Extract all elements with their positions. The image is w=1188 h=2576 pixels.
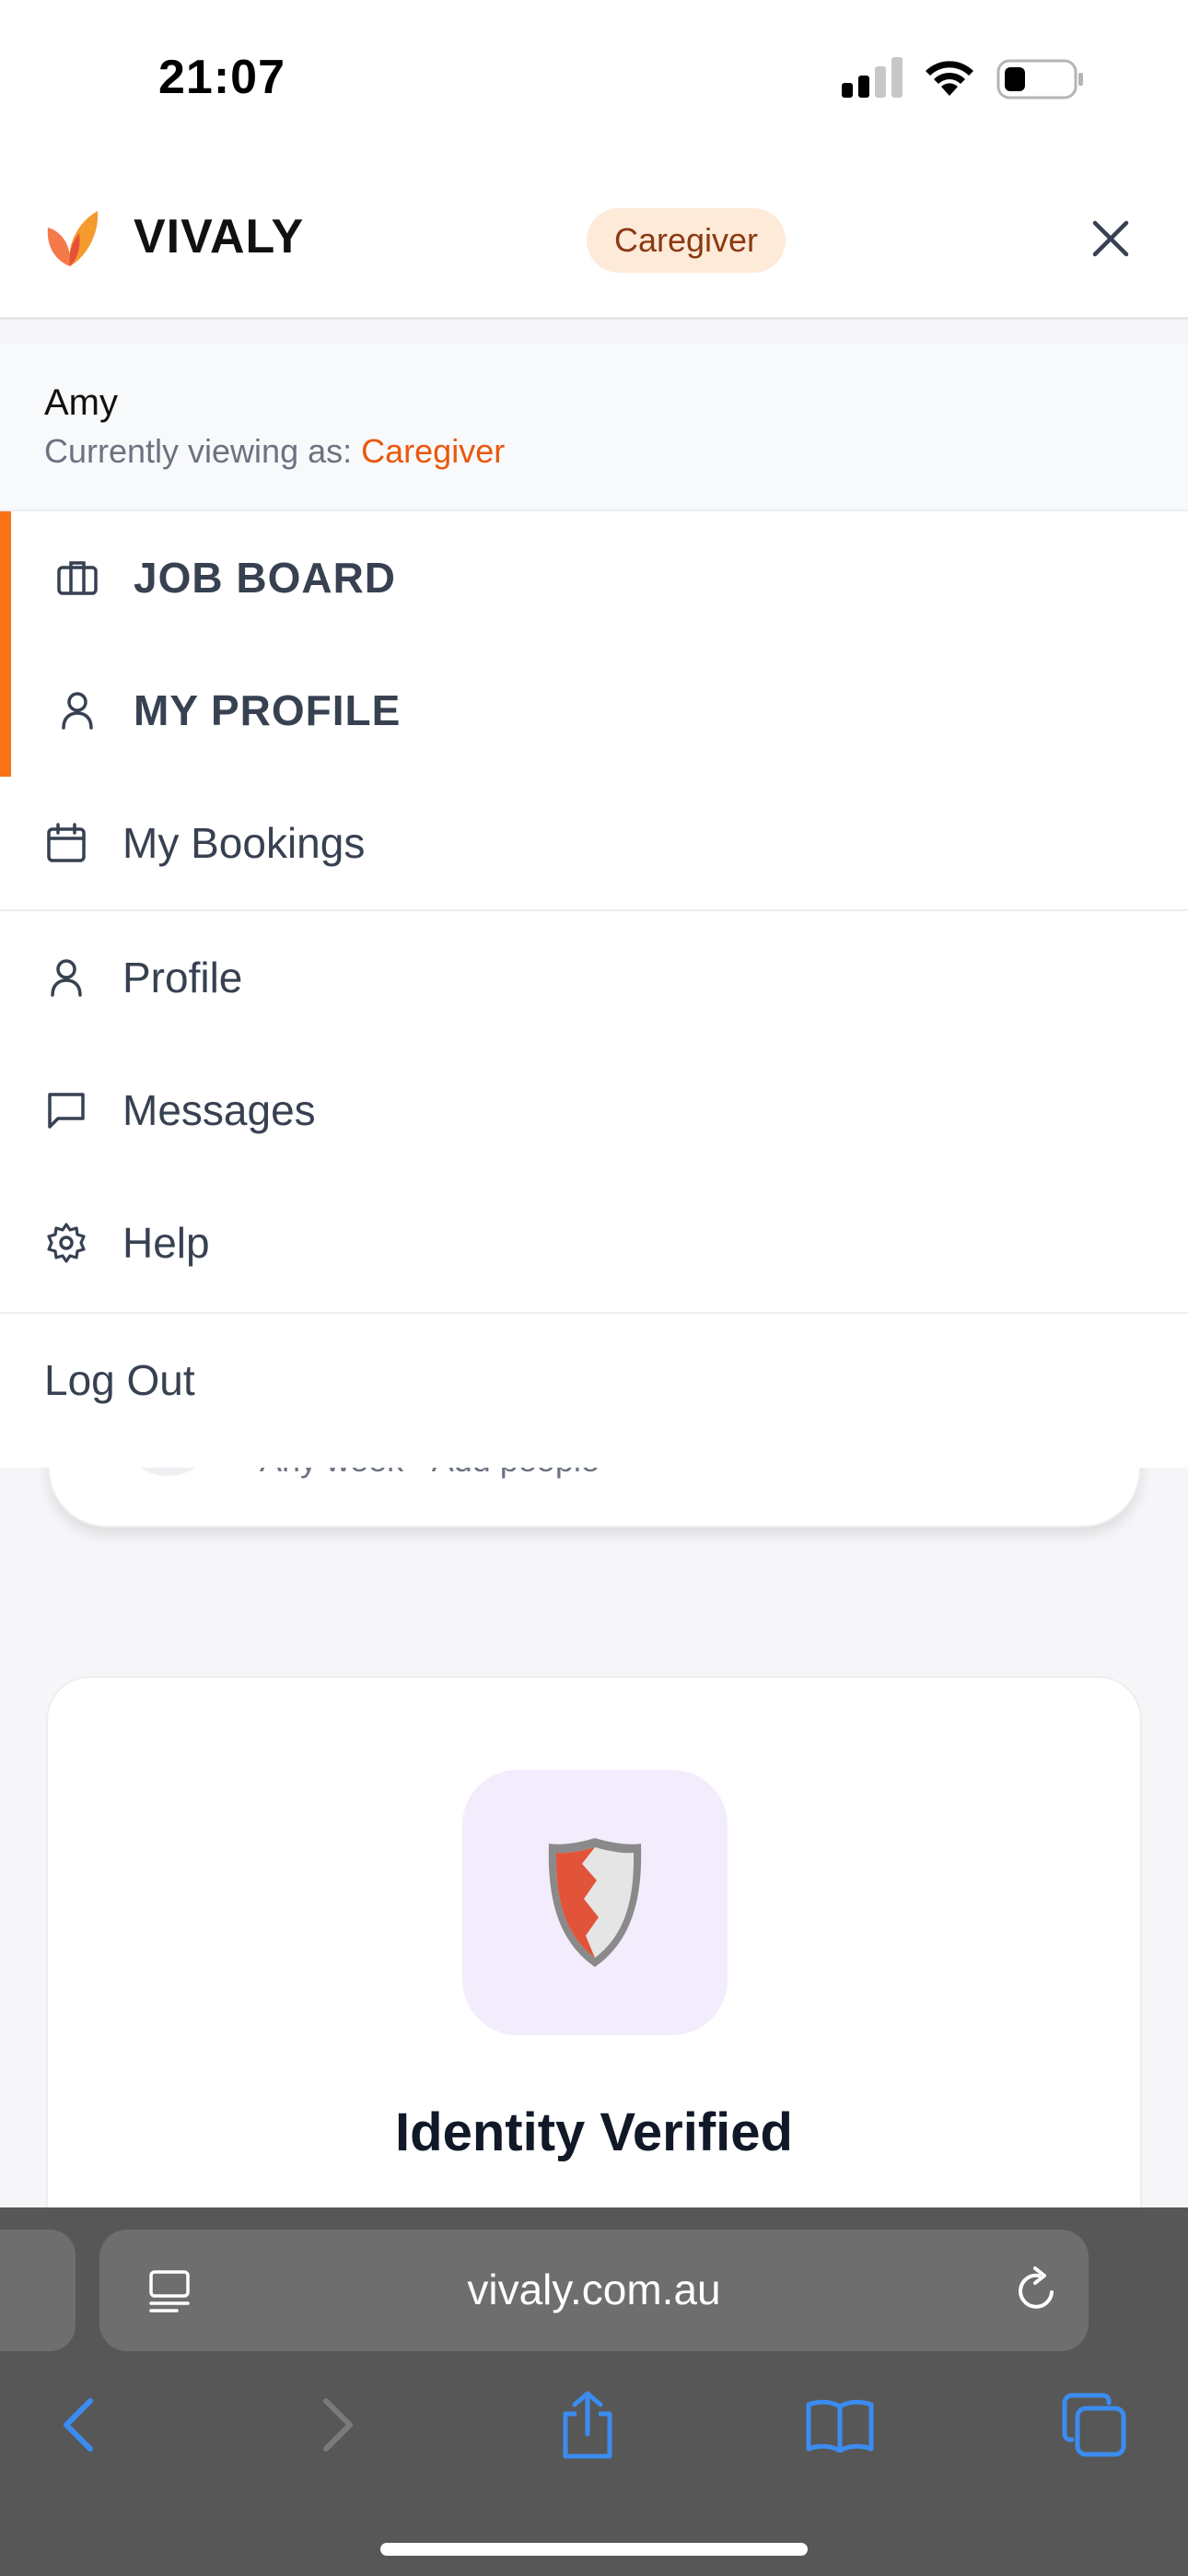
address-bar[interactable]: vivaly.com.au bbox=[99, 2230, 1089, 2351]
calendar-icon bbox=[44, 821, 88, 865]
browser-toolbar: vivaly.com.au bbox=[0, 2207, 1188, 2576]
share-button[interactable] bbox=[551, 2388, 624, 2462]
shield-tile bbox=[462, 1770, 728, 2035]
reload-icon[interactable] bbox=[1011, 2265, 1063, 2316]
menu-label: My Bookings bbox=[122, 819, 366, 867]
gear-icon bbox=[44, 1221, 88, 1265]
user-info: Amy Currently viewing as: Caregiver bbox=[0, 344, 1188, 511]
chevron-right-icon bbox=[323, 2398, 353, 2452]
forward-button[interactable] bbox=[300, 2388, 374, 2462]
chevron-left-icon bbox=[64, 2398, 93, 2452]
user-icon bbox=[44, 955, 88, 1000]
share-icon bbox=[563, 2391, 612, 2459]
menu-item-messages[interactable]: Messages bbox=[0, 1044, 1188, 1177]
user-icon bbox=[55, 688, 99, 732]
wifi-icon bbox=[926, 61, 973, 96]
menu-item-job-board[interactable]: JOB BOARD bbox=[0, 511, 1188, 644]
book-icon bbox=[806, 2399, 874, 2453]
url-text[interactable]: vivaly.com.au bbox=[99, 2265, 1089, 2314]
nav-dropdown-menu: Amy Currently viewing as: Caregiver JOB … bbox=[0, 344, 1188, 1468]
role-badge: Caregiver bbox=[587, 208, 786, 273]
previous-tab-preview[interactable] bbox=[0, 2230, 76, 2351]
bookmarks-button[interactable] bbox=[803, 2388, 877, 2462]
home-indicator[interactable] bbox=[380, 2543, 808, 2556]
menu-label: MY PROFILE bbox=[134, 686, 402, 734]
back-button[interactable] bbox=[42, 2388, 116, 2462]
shield-icon bbox=[548, 1838, 642, 1967]
viewing-prefix: Currently viewing as: bbox=[44, 432, 362, 470]
viewing-role: Caregiver bbox=[361, 432, 506, 470]
menu-item-my-profile[interactable]: MY PROFILE bbox=[0, 644, 1188, 777]
menu-item-profile[interactable]: Profile bbox=[0, 911, 1188, 1044]
menu-label: Messages bbox=[122, 1086, 316, 1134]
briefcase-icon bbox=[55, 556, 99, 600]
verify-title: Identity Verified bbox=[395, 2102, 793, 2162]
user-name: Amy bbox=[44, 382, 118, 423]
status-bar: 21:07 bbox=[0, 0, 1188, 161]
message-icon bbox=[44, 1088, 88, 1132]
menu-label: JOB BOARD bbox=[134, 554, 397, 602]
cellular-signal-icon bbox=[842, 57, 903, 98]
menu-item-my-bookings[interactable]: My Bookings bbox=[0, 777, 1188, 909]
battery-icon bbox=[996, 59, 1083, 100]
menu-label: Help bbox=[122, 1219, 210, 1267]
menu-label: Profile bbox=[122, 954, 243, 1001]
vivaly-logo-icon[interactable] bbox=[44, 207, 101, 268]
close-menu-button[interactable] bbox=[1087, 215, 1135, 263]
menu-item-log-out[interactable]: Log Out bbox=[0, 1314, 1188, 1446]
tabs-icon bbox=[1062, 2393, 1126, 2457]
status-time: 21:07 bbox=[158, 51, 285, 104]
close-icon bbox=[1092, 220, 1129, 257]
app-header: VIVALY Caregiver bbox=[0, 161, 1188, 320]
menu-item-help[interactable]: Help bbox=[0, 1177, 1188, 1309]
tabs-button[interactable] bbox=[1057, 2388, 1131, 2462]
brand-name[interactable]: VIVALY bbox=[134, 209, 304, 264]
viewing-as-text: Currently viewing as: Caregiver bbox=[44, 432, 505, 471]
menu-label: Log Out bbox=[44, 1356, 195, 1404]
